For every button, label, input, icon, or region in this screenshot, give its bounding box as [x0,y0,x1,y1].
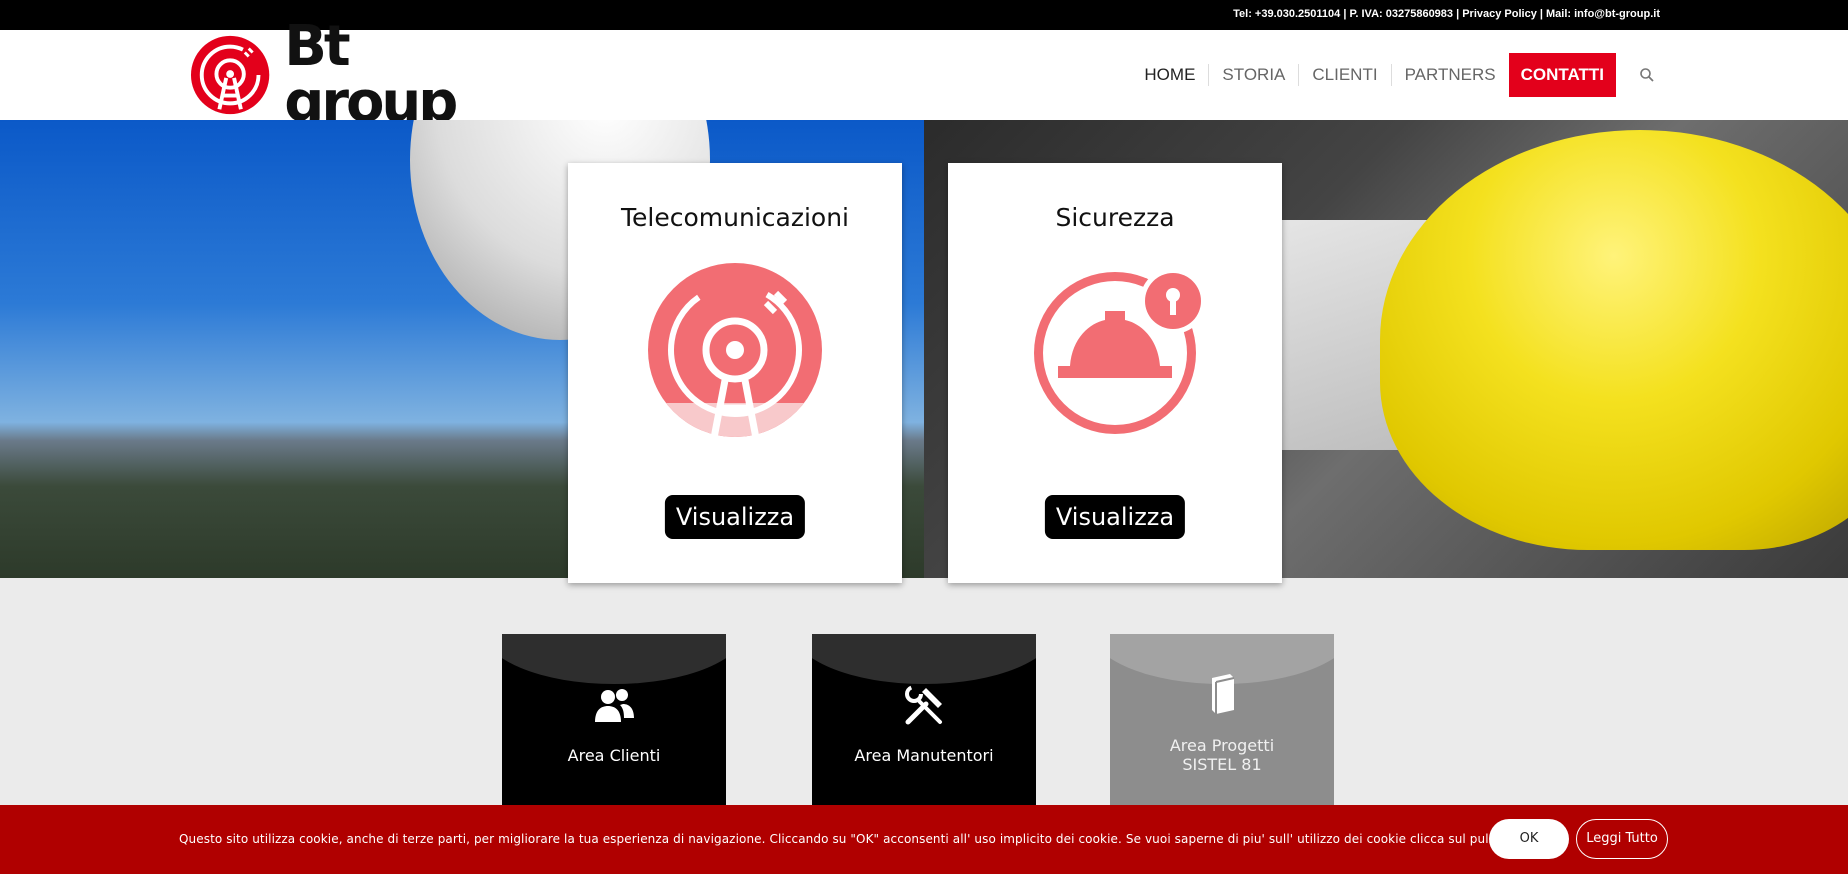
nav-home[interactable]: HOME [1131,64,1208,86]
service-card-telecomunicazioni: Telecomunicazioni Visualizza [568,163,902,583]
helmet-icon [1034,268,1203,434]
tools-icon [905,685,942,725]
top-bar: Tel: +39.030.2501104 | P. IVA: 032758609… [0,0,1848,30]
logo-text: Bt group [284,14,458,135]
area-progetti-sistel[interactable]: Area Progetti SISTEL 81 [1110,634,1334,806]
contact-info[interactable]: Tel: +39.030.2501104 | P. IVA: 032758609… [1233,8,1660,20]
area-label: Area Progetti SISTEL 81 [1110,736,1334,774]
main-nav: HOME STORIA CLIENTI PARTNERS CONTATTI [1131,53,1656,97]
cookie-info-button[interactable]: Leggi Tutto [1576,819,1668,859]
service-title: Telecomunicazioni [621,203,849,232]
logo-icon [190,35,270,115]
cookie-ok-button[interactable]: OK [1489,819,1569,859]
site-header: Bt group HOME STORIA CLIENTI PARTNERS CO… [0,19,1848,131]
antenna-icon [648,263,822,438]
logo[interactable]: Bt group [190,19,530,131]
visualizza-button[interactable]: Visualizza [1044,495,1186,539]
book-icon [1212,674,1235,714]
hero-banner [0,120,1848,578]
cookie-banner: Questo sito utilizza cookie, anche di te… [0,805,1848,874]
nav-partners[interactable]: PARTNERS [1390,64,1509,86]
nav-storia[interactable]: STORIA [1208,64,1298,86]
nav-clienti[interactable]: CLIENTI [1298,64,1390,86]
area-label: Area Manutentori [854,746,994,765]
visualizza-button[interactable]: Visualizza [664,495,806,539]
service-title: Sicurezza [1055,203,1175,232]
area-clienti[interactable]: Area Clienti [502,634,726,806]
cookie-text: Questo sito utilizza cookie, anche di te… [179,832,1561,846]
area-label: Area Clienti [567,746,661,765]
area-manutentori[interactable]: Area Manutentori [812,634,1036,806]
users-icon [595,689,634,722]
search-icon[interactable] [1638,66,1656,84]
area-label-line2: SISTEL 81 [1182,755,1262,774]
nav-contatti[interactable]: CONTATTI [1508,53,1616,97]
service-card-sicurezza: Sicurezza Visualizza [948,163,1282,583]
area-label-line1: Area Progetti [1169,736,1275,755]
